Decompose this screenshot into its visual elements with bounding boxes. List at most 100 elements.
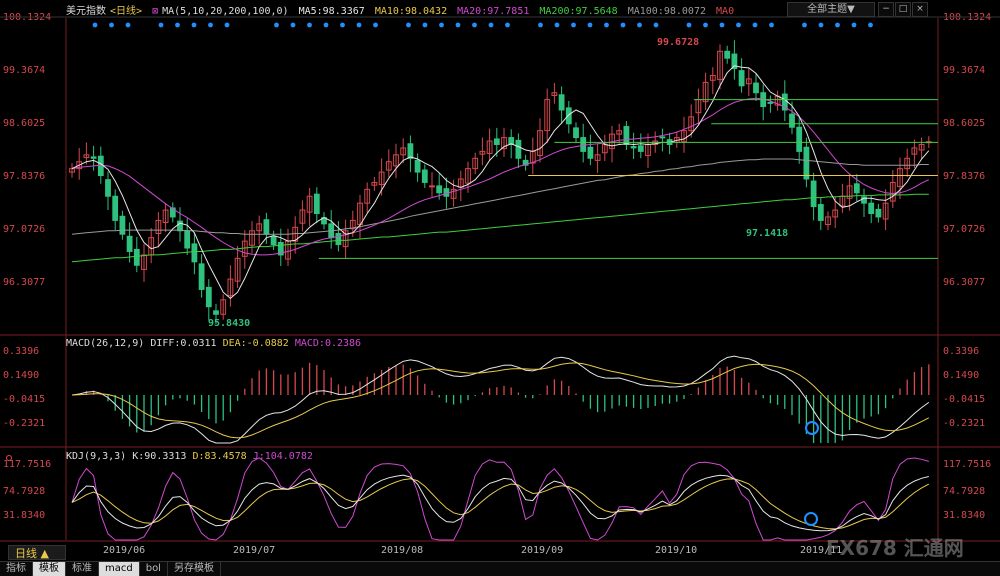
candle-body bbox=[414, 159, 421, 173]
candle-body bbox=[515, 139, 522, 159]
event-dot bbox=[307, 22, 312, 28]
event-dot bbox=[175, 22, 180, 28]
candle-body bbox=[443, 188, 450, 197]
candle-body bbox=[753, 82, 759, 94]
candle-body bbox=[580, 137, 587, 152]
candle-body bbox=[659, 136, 666, 139]
macd-diff-line bbox=[71, 355, 930, 444]
candle-body bbox=[112, 195, 119, 221]
candle-body bbox=[407, 143, 414, 159]
x-tick-4: 2019/10 bbox=[655, 545, 698, 556]
event-dot bbox=[422, 22, 428, 28]
candle-body bbox=[429, 185, 435, 188]
event-dot bbox=[274, 22, 279, 28]
tab-save-template[interactable]: 另存模板 bbox=[168, 562, 221, 576]
candle-body bbox=[817, 204, 824, 221]
candle-body bbox=[184, 230, 191, 249]
candle-body bbox=[853, 183, 860, 194]
event-dot bbox=[587, 22, 593, 28]
event-dot bbox=[373, 22, 378, 28]
candle-body bbox=[875, 208, 882, 218]
event-dot bbox=[653, 22, 659, 28]
bottom-tab-bar: 指标 模板 标准 macd bol 另存模板 bbox=[0, 561, 1000, 576]
low-label-1: 95.8430 bbox=[208, 318, 251, 329]
candle-body bbox=[493, 138, 500, 145]
candle-body bbox=[90, 156, 97, 159]
candle-body bbox=[97, 155, 104, 177]
candle-body bbox=[637, 145, 644, 152]
event-dot bbox=[125, 22, 131, 28]
event-dot bbox=[769, 22, 774, 28]
candle-body bbox=[724, 50, 731, 59]
event-dot bbox=[818, 22, 824, 28]
ma100-line bbox=[71, 158, 929, 235]
candle-body bbox=[335, 233, 342, 246]
event-dot bbox=[505, 22, 510, 28]
candle-body bbox=[565, 107, 572, 125]
fx678-logo: FX678 汇通网 bbox=[826, 536, 964, 560]
event-dot bbox=[571, 22, 576, 28]
candle-body bbox=[105, 179, 111, 197]
event-dot bbox=[488, 22, 494, 28]
event-dot bbox=[158, 22, 164, 28]
candle-body bbox=[421, 169, 428, 183]
event-dot bbox=[686, 22, 692, 28]
candle-body bbox=[313, 193, 320, 215]
event-dot bbox=[92, 22, 98, 28]
macd-dea-line bbox=[71, 362, 930, 439]
chart-canvas[interactable] bbox=[0, 0, 1000, 575]
tab-bol[interactable]: bol bbox=[140, 562, 168, 576]
chart-root: { "header": { "name": "美元指数", "period": … bbox=[0, 0, 1000, 576]
event-dot bbox=[554, 22, 560, 28]
event-dot bbox=[340, 22, 345, 28]
kdj-marker-icon bbox=[6, 455, 12, 461]
event-dot bbox=[851, 22, 857, 28]
candle-body bbox=[796, 126, 803, 152]
candle-body bbox=[133, 248, 140, 266]
tab-indicators[interactable]: 指标 bbox=[0, 562, 33, 576]
event-dot bbox=[604, 22, 609, 28]
event-dot bbox=[752, 22, 758, 28]
event-dot bbox=[538, 22, 543, 28]
candle-body bbox=[868, 202, 875, 215]
candle-body bbox=[767, 101, 774, 104]
tab-template[interactable]: 模板 bbox=[33, 562, 66, 576]
high-label: 99.6728 bbox=[657, 37, 700, 48]
event-dot bbox=[224, 22, 230, 28]
candle-body bbox=[119, 215, 126, 235]
candle-body bbox=[198, 263, 205, 290]
candle-body bbox=[810, 180, 817, 208]
tab-macd[interactable]: macd bbox=[99, 562, 140, 576]
tab-standard[interactable]: 标准 bbox=[66, 562, 99, 576]
period-button[interactable]: 日线 ▲ bbox=[8, 545, 66, 560]
kdj-d-line bbox=[71, 478, 930, 530]
candle-body bbox=[803, 146, 810, 180]
low-label-2: 97.1418 bbox=[746, 228, 789, 239]
candle-body bbox=[630, 146, 637, 149]
candle-body bbox=[263, 219, 270, 235]
macd-cross-circle bbox=[805, 421, 819, 435]
event-dot bbox=[868, 22, 873, 28]
ma200-line bbox=[71, 193, 929, 263]
event-dot bbox=[439, 22, 444, 28]
event-dot bbox=[802, 22, 807, 28]
event-dot bbox=[736, 22, 741, 28]
candle-body bbox=[436, 185, 443, 194]
event-dot bbox=[323, 22, 329, 28]
event-dot bbox=[109, 22, 114, 28]
x-tick-3: 2019/09 bbox=[521, 545, 564, 556]
event-dot bbox=[290, 22, 296, 28]
candle-body bbox=[558, 94, 565, 111]
kdj-cross-circle bbox=[804, 512, 818, 526]
candle-body bbox=[270, 235, 277, 246]
event-dot bbox=[208, 22, 213, 28]
x-tick-0: 2019/06 bbox=[103, 545, 146, 556]
event-dot bbox=[191, 22, 197, 28]
candle-body bbox=[126, 235, 133, 252]
candle-body bbox=[789, 113, 795, 128]
event-dot bbox=[356, 22, 362, 28]
x-tick-2: 2019/08 bbox=[381, 545, 424, 556]
x-tick-1: 2019/07 bbox=[233, 545, 276, 556]
candle-body bbox=[191, 243, 198, 263]
candle-body bbox=[738, 70, 745, 87]
